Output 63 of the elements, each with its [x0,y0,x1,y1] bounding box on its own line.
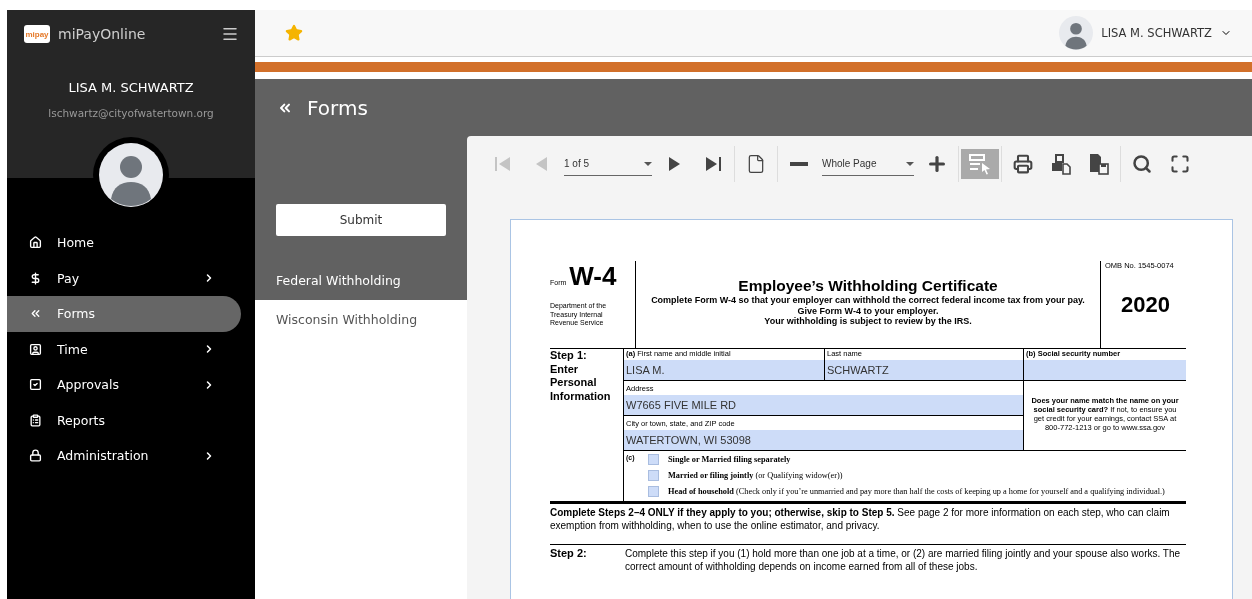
lock-icon [29,449,42,463]
dropdown[interactable]: 1 of 5 [564,152,652,176]
id-badge-icon [29,342,42,356]
fullscreen-icon [1170,154,1190,174]
input-field[interactable]: LISA M. [624,360,824,380]
text-cursor-select-icon [968,153,992,175]
step-text: Complete this step if you (1) hold more than one job at a time, or (2) are married filing jointly and your spouse also works. The correct amount of withholding depends on income earned from all of these jobs. [624,547,1182,573]
user-name: LISA M. SCHWARTZ [68,80,194,95]
page-icon [746,154,766,174]
clipboard-icon [29,413,42,427]
input-field[interactable]: W7665 FIVE MILE RD [624,395,1023,415]
nav-item[interactable]: Home [7,225,241,261]
user-menu-name[interactable]: LISA M. SCHWARTZ [1101,26,1212,40]
nav-item[interactable]: Forms [7,296,241,332]
step-label: Step 2: [550,547,588,561]
dropdown[interactable]: Whole Page [822,152,914,176]
nav-item[interactable]: Administration [7,438,241,474]
first-page-icon [494,156,512,172]
checkbox-icon [29,378,42,392]
nav-item[interactable]: Pay [7,260,241,296]
last-page-icon [704,156,722,172]
document-title: Employee’s Withholding Certificate [737,277,999,295]
instruction-text: Your withholding is subject to review by the IRS. [763,316,973,327]
avatar [1059,16,1094,50]
form-year: 2020 [1120,292,1171,318]
star-icon[interactable] [285,24,303,42]
triangle-left-icon [534,156,548,172]
checkbox-label: Single or Married filing separately [668,454,791,465]
nav-item[interactable]: Reports [7,402,241,438]
minus-icon [790,162,808,166]
input-field[interactable]: WATERTOWN, WI 53098 [624,430,1023,450]
input-field[interactable] [1024,360,1186,380]
instruction-text: Give Form W-4 to your employer. [796,305,940,316]
triangle-right-icon [668,156,682,172]
save-document-icon [1088,152,1110,176]
page-title: Forms [307,95,368,120]
instruction-note: Complete Steps 2–4 ONLY if they apply to you; otherwise, skip to Step 5. See page 2 for more information on each step, who can claim exemption from withholding, when to use the online estimator, and privacy. [550,502,1186,544]
form-number: W-4 [569,261,617,292]
checkbox[interactable] [648,454,659,465]
home-icon [29,236,42,250]
nav-item[interactable]: Approvals [7,367,241,403]
input-field[interactable]: SCHWARTZ [825,360,1023,380]
checkbox-label: Married or filing jointly (or Qualifying widow(er)) [668,470,843,481]
checkbox[interactable] [648,486,659,497]
step-title: Enter Personal Information [550,362,612,403]
caret-icon [644,161,652,166]
instruction-text: Complete Form W-4 so that your employer can withhold the correct federal income tax from your pay. [650,295,1086,306]
app-name: miPayOnline [58,26,147,42]
menu-button[interactable] [221,25,239,43]
checkbox-label: Head of household (Check only if you’re unmarried and pay more than half the costs of keeping up a home for yourself and a qualifying individual.) [668,486,1165,497]
plus-icon [926,153,948,175]
form-list-item[interactable]: Wisconsin Withholding [255,300,467,339]
dollar-icon [29,271,42,285]
user-email: lschwartz@cityofwatertown.org [48,107,214,119]
submit-button[interactable]: Submit [276,204,446,236]
nav-item[interactable]: Time [7,331,241,367]
print-icon [1013,154,1033,174]
search-icon [1132,154,1152,174]
step-label: Step 1: [550,349,588,363]
export-document-icon [1050,153,1072,175]
caret-icon [906,161,914,166]
checkbox[interactable] [648,470,659,481]
app-logo: mipay [24,25,50,43]
